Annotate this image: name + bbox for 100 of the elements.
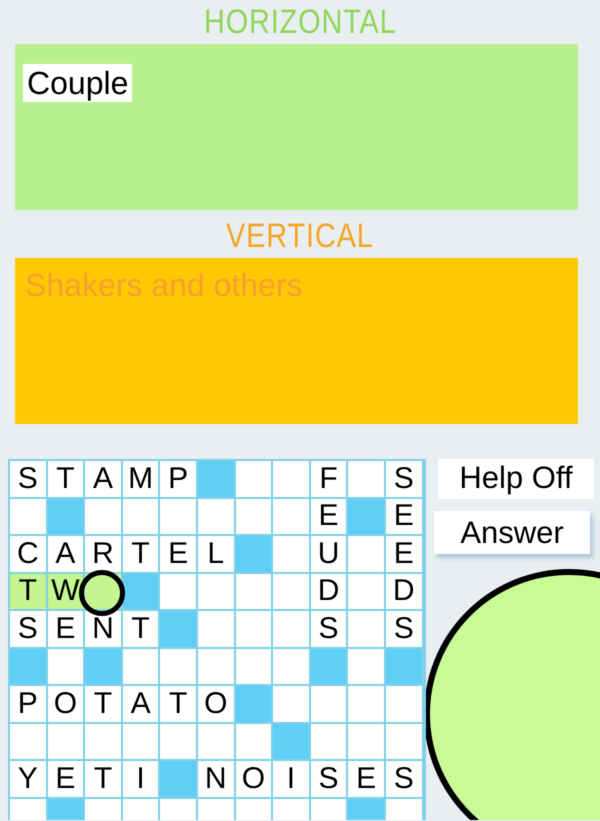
letter-cell[interactable] — [198, 498, 234, 534]
letter-cell[interactable] — [198, 574, 234, 609]
letter-cell[interactable]: T — [85, 761, 121, 796]
letter-cell[interactable] — [85, 498, 121, 534]
letter-cell[interactable]: A — [122, 686, 158, 722]
letter-cell[interactable]: R — [85, 536, 121, 572]
letter-cell[interactable]: T — [48, 461, 84, 496]
letter-cell[interactable]: I — [273, 761, 309, 796]
letter-cell[interactable]: F — [310, 461, 346, 496]
letter-cell[interactable] — [236, 498, 272, 534]
letter-cell[interactable]: W — [48, 574, 84, 609]
letter-cell[interactable]: E — [310, 498, 346, 534]
letter-cell[interactable] — [348, 648, 384, 684]
letter-cell[interactable]: S — [310, 611, 346, 646]
letter-cell[interactable]: A — [48, 536, 84, 572]
letter-cell[interactable] — [236, 724, 272, 759]
letter-cell[interactable] — [236, 461, 272, 496]
blocked-cell[interactable] — [310, 648, 346, 684]
letter-cell[interactable]: E — [48, 611, 84, 646]
letter-cell[interactable] — [48, 648, 84, 684]
letter-cell[interactable] — [310, 686, 346, 722]
blocked-cell[interactable] — [160, 761, 196, 796]
letter-cell[interactable]: S — [386, 461, 422, 496]
letter-cell[interactable] — [273, 611, 309, 646]
letter-cell[interactable]: S — [386, 761, 422, 796]
letter-cell[interactable] — [348, 536, 384, 572]
letter-cell[interactable] — [386, 686, 422, 722]
letter-cell[interactable]: E — [348, 761, 384, 796]
letter-cell[interactable]: O — [198, 686, 234, 722]
letter-cell[interactable] — [386, 724, 422, 759]
letter-cell[interactable] — [10, 724, 46, 759]
blocked-cell[interactable] — [10, 648, 46, 684]
letter-cell[interactable] — [122, 498, 158, 534]
letter-cell[interactable] — [273, 461, 309, 496]
letter-cell[interactable]: N — [85, 611, 121, 646]
letter-cell[interactable] — [160, 648, 196, 684]
letter-cell[interactable] — [273, 686, 309, 722]
letter-cell[interactable] — [236, 648, 272, 684]
letter-cell[interactable]: I — [122, 761, 158, 796]
letter-cell[interactable]: E — [160, 536, 196, 572]
letter-cell[interactable] — [348, 724, 384, 759]
letter-cell[interactable]: O — [48, 686, 84, 722]
letter-cell[interactable]: P — [10, 686, 46, 722]
letter-cell[interactable]: S — [310, 761, 346, 796]
letter-cell[interactable]: C — [10, 536, 46, 572]
letter-cell[interactable] — [273, 574, 309, 609]
letter-cell[interactable] — [160, 574, 196, 609]
letter-cell[interactable] — [10, 498, 46, 534]
letter-cell[interactable]: E — [386, 498, 422, 534]
letter-cell[interactable] — [85, 724, 121, 759]
blocked-cell[interactable] — [386, 648, 422, 684]
answer-button[interactable]: Answer — [434, 511, 590, 554]
letter-cell[interactable]: O — [236, 761, 272, 796]
letter-cell[interactable] — [273, 536, 309, 572]
letter-cell[interactable] — [160, 724, 196, 759]
letter-cell[interactable] — [48, 724, 84, 759]
blocked-cell[interactable] — [198, 461, 234, 496]
letter-cell[interactable] — [198, 648, 234, 684]
letter-cell[interactable]: D — [310, 574, 346, 609]
letter-cell[interactable]: T — [85, 686, 121, 722]
help-toggle-button[interactable]: Help Off — [438, 459, 594, 499]
letter-cell[interactable]: D — [386, 574, 422, 609]
letter-cell[interactable]: P — [160, 461, 196, 496]
letter-cell[interactable]: Y — [10, 761, 46, 796]
letter-cell[interactable]: S — [10, 611, 46, 646]
letter-cell[interactable]: E — [48, 761, 84, 796]
letter-cell[interactable] — [348, 461, 384, 496]
letter-cell[interactable]: U — [310, 536, 346, 572]
letter-cell[interactable] — [310, 724, 346, 759]
letter-cell[interactable] — [273, 648, 309, 684]
letter-cell[interactable]: M — [122, 461, 158, 496]
letter-cell[interactable] — [122, 648, 158, 684]
letter-cell[interactable] — [160, 498, 196, 534]
letter-cell[interactable] — [122, 724, 158, 759]
letter-cell[interactable] — [348, 574, 384, 609]
letter-cell[interactable] — [273, 498, 309, 534]
letter-cell[interactable]: T — [160, 686, 196, 722]
letter-cell[interactable]: T — [122, 611, 158, 646]
blocked-cell[interactable] — [160, 611, 196, 646]
letter-cell[interactable] — [236, 611, 272, 646]
letter-cell[interactable]: S — [386, 611, 422, 646]
blocked-cell[interactable] — [122, 574, 158, 609]
blocked-cell[interactable] — [273, 724, 309, 759]
letter-cell[interactable]: T — [10, 574, 46, 609]
letter-cell[interactable]: S — [10, 461, 46, 496]
letter-cell[interactable]: N — [198, 761, 234, 796]
blocked-cell[interactable] — [348, 498, 384, 534]
letter-cell[interactable] — [198, 611, 234, 646]
blocked-cell[interactable] — [85, 648, 121, 684]
letter-cell[interactable] — [348, 611, 384, 646]
blocked-cell[interactable] — [48, 498, 84, 534]
letter-cell[interactable]: L — [198, 536, 234, 572]
blocked-cell[interactable] — [236, 536, 272, 572]
letter-cell[interactable] — [198, 724, 234, 759]
letter-cell[interactable]: A — [85, 461, 121, 496]
letter-cell[interactable]: E — [386, 536, 422, 572]
letter-cell[interactable]: T — [122, 536, 158, 572]
letter-cell[interactable] — [348, 686, 384, 722]
blocked-cell[interactable] — [236, 686, 272, 722]
letter-cell[interactable] — [236, 574, 272, 609]
